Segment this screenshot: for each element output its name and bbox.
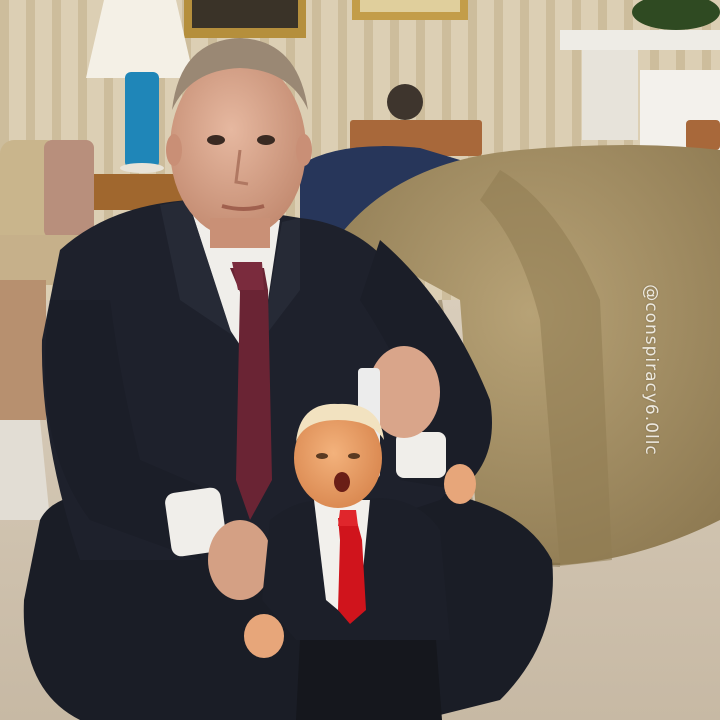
photo-scene: @conspiracy6.0llc: [0, 0, 720, 720]
hand-left: [208, 520, 272, 600]
lamp-shade: [86, 0, 194, 78]
bust-statue: [387, 84, 423, 120]
shirt-cuff-right: [396, 432, 446, 478]
puppet-open-mouth: [334, 472, 350, 492]
fireplace-mantel: [560, 30, 720, 50]
lamp-base: [125, 72, 159, 168]
composite-photo: [0, 0, 720, 720]
watermark-text: @conspiracy6.0llc: [641, 284, 661, 456]
puppet-legs: [296, 640, 442, 720]
